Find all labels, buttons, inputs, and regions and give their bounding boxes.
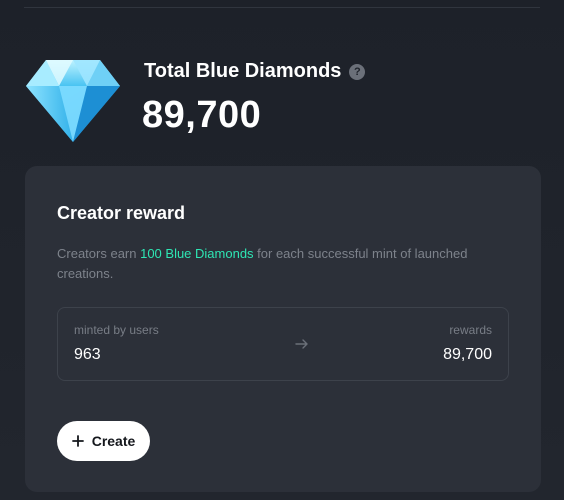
total-diamonds-value: 89,700 <box>142 94 262 136</box>
top-divider <box>24 7 540 8</box>
total-diamonds-section: Total Blue Diamonds ? 89,700 <box>24 54 544 144</box>
rewards-label: rewards <box>449 323 492 337</box>
help-icon[interactable]: ? <box>349 63 366 80</box>
page: Total Blue Diamonds ? 89,700 Creator rew… <box>0 0 564 500</box>
creator-reward-card: Creator reward Creators earn 100 Blue Di… <box>25 166 541 492</box>
reward-stats-box: minted by users 963 rewards 89,700 <box>57 307 509 381</box>
minted-label: minted by users <box>74 323 159 337</box>
minted-value: 963 <box>74 346 101 363</box>
description-accent: 100 Blue Diamonds <box>140 246 254 261</box>
total-diamonds-title: Total Blue Diamonds ? <box>144 60 366 83</box>
total-diamonds-label: Total Blue Diamonds <box>144 60 342 82</box>
plus-icon <box>71 435 84 447</box>
create-button-label: Create <box>91 433 136 449</box>
description-prefix: Creators earn <box>57 246 141 261</box>
card-description: Creators earn 100 Blue Diamonds for each… <box>57 244 497 284</box>
rewards-value: 89,700 <box>443 346 492 363</box>
create-button[interactable]: Create <box>57 421 150 461</box>
diamond-icon <box>26 60 120 142</box>
card-title: Creator reward <box>57 203 186 223</box>
arrow-right-icon <box>295 339 308 349</box>
